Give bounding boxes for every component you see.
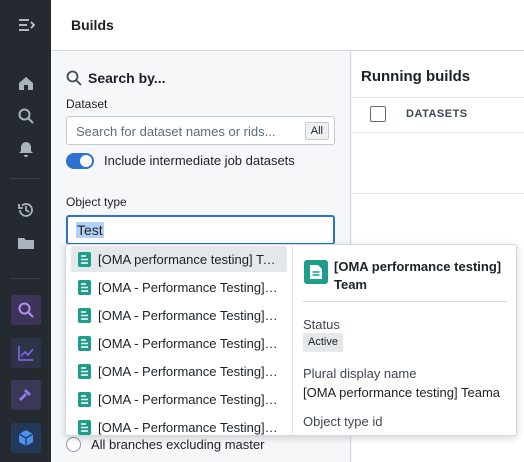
folder-icon[interactable]	[11, 228, 41, 258]
list-item-label: [OMA - Performance Testing] Team	[98, 363, 280, 379]
object-type-detail-panel: [OMA performance testing] Team Status Ac…	[292, 245, 516, 435]
include-intermediate-toggle[interactable]	[66, 153, 94, 169]
object-type-icon	[78, 419, 91, 435]
object-type-icon	[78, 335, 91, 351]
branch-radio[interactable]	[66, 437, 81, 452]
branch-radio-label: All branches excluding master	[91, 437, 265, 452]
object-type-icon	[78, 363, 91, 379]
dataset-search-input[interactable]: Search for dataset names or rids... All	[66, 116, 335, 145]
search-heading-label: Search by...	[88, 70, 166, 86]
object-type-icon	[78, 279, 91, 295]
object-type-label: Object type	[66, 195, 127, 209]
object-type-list: [OMA performance testing] Team [OMA - Pe…	[66, 245, 292, 435]
object-type-icon	[78, 391, 91, 407]
left-nav-rail	[0, 0, 51, 462]
list-item[interactable]: [OMA - Performance Testing] Team	[71, 358, 287, 384]
history-icon[interactable]	[11, 195, 41, 225]
list-item[interactable]: [OMA - Performance Testing] Team	[71, 274, 287, 300]
list-item[interactable]: [OMA - Performance Testing] Team	[71, 330, 287, 356]
object-type-icon	[78, 251, 91, 267]
list-item-label: [OMA - Performance Testing] Team	[98, 335, 280, 351]
object-type-icon	[304, 260, 328, 284]
search-app-icon[interactable]	[11, 295, 41, 325]
datasets-column-header[interactable]: DATASETS	[406, 108, 468, 120]
include-intermediate-label: Include intermediate job datasets	[104, 153, 295, 168]
chart-icon[interactable]	[11, 338, 41, 368]
list-item[interactable]: [OMA performance testing] Team	[71, 246, 287, 272]
list-item-label: [OMA performance testing] Team	[98, 251, 280, 267]
search-icon[interactable]	[11, 101, 41, 131]
running-builds-title: Running builds	[361, 68, 471, 85]
status-badge: Active	[303, 333, 343, 352]
dataset-label: Dataset	[66, 97, 108, 111]
scope-all-tag[interactable]: All	[304, 122, 329, 140]
bell-icon[interactable]	[11, 134, 41, 164]
cube-icon[interactable]	[11, 423, 41, 453]
list-item[interactable]: [OMA - Performance Testing] Team	[71, 302, 287, 328]
list-item[interactable]: [OMA - Performance Testing] Team	[71, 386, 287, 412]
status-label: Status	[303, 317, 340, 332]
list-item-label: [OMA - Performance Testing] Team	[98, 307, 280, 323]
list-item[interactable]: [OMA - Performance Testing] Team	[71, 414, 287, 435]
home-icon[interactable]	[11, 68, 41, 98]
search-heading: Search by...	[66, 70, 166, 86]
list-item-label: [OMA - Performance Testing] Team	[98, 279, 280, 295]
page-header: Builds	[51, 0, 524, 51]
plural-name-label: Plural display name	[303, 366, 417, 381]
object-type-value: Test	[76, 222, 104, 238]
plural-name-value: [OMA performance testing] Teama	[303, 385, 501, 400]
detail-title: [OMA performance testing] Team	[334, 259, 502, 292]
select-all-checkbox[interactable]	[370, 106, 386, 122]
object-type-id-label: Object type id	[303, 414, 383, 429]
menu-icon[interactable]	[11, 10, 41, 40]
page-title: Builds	[71, 17, 114, 33]
dataset-search-placeholder: Search for dataset names or rids...	[76, 124, 276, 139]
object-type-dropdown: [OMA performance testing] Team [OMA - Pe…	[65, 244, 517, 436]
branch-radio-option[interactable]: All branches excluding master	[66, 437, 264, 452]
object-type-input[interactable]: Test	[66, 215, 335, 245]
search-icon	[66, 70, 82, 86]
list-item-label: [OMA - Performance Testing] Team	[98, 391, 280, 407]
list-item-label: [OMA - Performance Testing] Team	[98, 419, 280, 435]
object-type-icon	[78, 307, 91, 323]
hammer-icon[interactable]	[11, 380, 41, 410]
